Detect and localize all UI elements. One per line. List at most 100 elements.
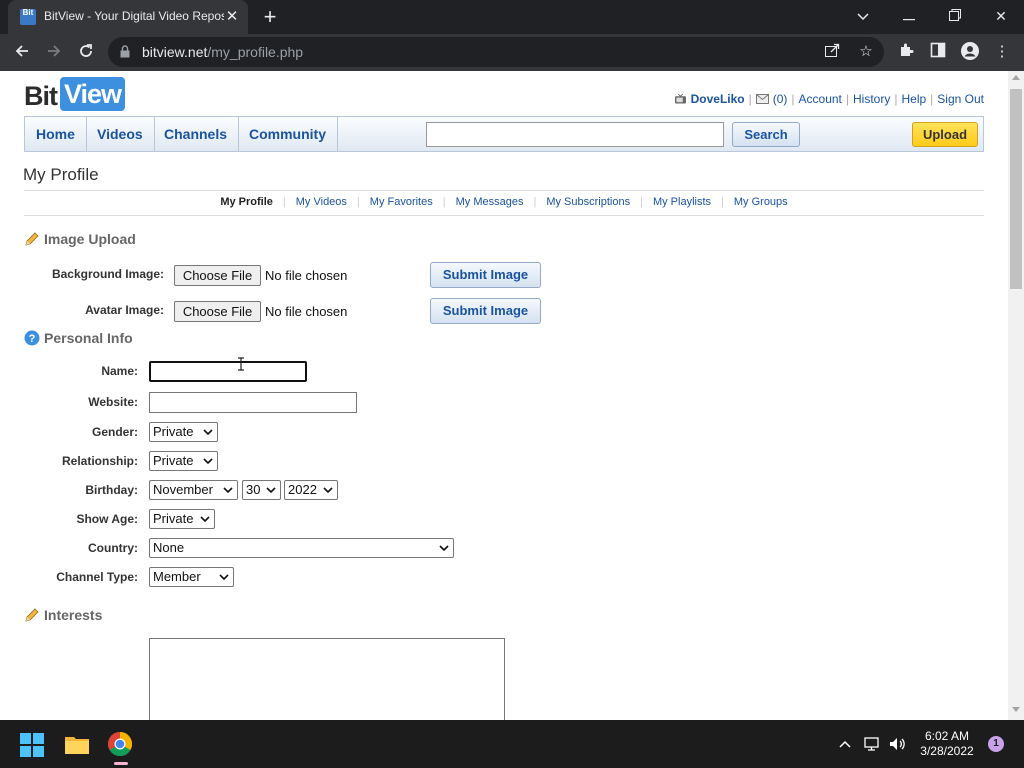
scrollbar-thumb[interactable]: [1010, 89, 1022, 289]
show-age-value: Private: [153, 511, 194, 526]
birthday-month-value: November: [153, 482, 213, 497]
forward-icon[interactable]: [41, 40, 67, 66]
windows-start-icon[interactable]: [20, 733, 44, 757]
background-submit-button[interactable]: Submit Image: [430, 262, 541, 288]
reload-icon[interactable]: [73, 40, 99, 66]
relationship-select-value: Private: [153, 453, 194, 468]
chevron-down-icon: [203, 429, 213, 436]
image-upload-heading: Image Upload: [24, 231, 136, 247]
network-icon[interactable]: [864, 736, 882, 752]
chrome-taskbar-icon[interactable]: [108, 732, 132, 756]
divider: [24, 190, 984, 191]
username-link[interactable]: DoveLiko: [691, 92, 745, 106]
relationship-label: Relationship:: [61, 454, 138, 468]
interests-heading-text: Interests: [44, 607, 103, 623]
sign-out-link[interactable]: Sign Out: [937, 92, 984, 106]
history-link[interactable]: History: [853, 92, 890, 106]
birthday-day-select[interactable]: 30: [242, 480, 281, 500]
notification-badge[interactable]: 1: [988, 736, 1004, 752]
share-icon[interactable]: [822, 42, 842, 62]
subnav-my-subscriptions[interactable]: My Subscriptions: [536, 196, 640, 208]
nav-videos[interactable]: Videos: [86, 117, 155, 151]
page-title: My Profile: [23, 165, 99, 184]
lock-icon[interactable]: [120, 45, 130, 58]
scroll-down-icon[interactable]: [1012, 707, 1020, 712]
channel-type-value: Member: [153, 569, 201, 584]
clock-time: 6:02 AM: [924, 729, 970, 743]
subnav-my-groups[interactable]: My Groups: [724, 196, 798, 208]
show-hidden-icons-chevron-icon[interactable]: [836, 736, 854, 752]
avatar-choose-file-button[interactable]: Choose File: [174, 301, 261, 322]
chevron-down-icon: [203, 458, 213, 465]
subnav-my-favorites[interactable]: My Favorites: [360, 196, 443, 208]
name-input[interactable]: [149, 361, 307, 382]
site-search-button[interactable]: Search: [732, 122, 800, 147]
subnav-my-messages[interactable]: My Messages: [446, 196, 534, 208]
file-explorer-icon[interactable]: [64, 732, 90, 756]
subnav-my-playlists[interactable]: My Playlists: [643, 196, 721, 208]
browser-titlebar: Bit BitView - Your Digital Video Reposit…: [0, 0, 1024, 34]
window-close-icon[interactable]: ✕: [986, 4, 1016, 28]
website-input[interactable]: [149, 392, 357, 413]
text-cursor-icon: [238, 357, 244, 371]
name-label: Name:: [101, 364, 138, 378]
page-scrollbar[interactable]: [1008, 71, 1024, 720]
birthday-month-select[interactable]: November: [149, 480, 238, 500]
personal-info-heading-text: Personal Info: [44, 330, 133, 346]
chevron-down-icon: [266, 487, 276, 494]
nav-channels[interactable]: Channels: [153, 117, 240, 151]
avatar-image-label: Avatar Image:: [85, 303, 164, 317]
personal-info-heading: ? Personal Info: [24, 330, 133, 346]
logo-bit-text: Bit: [24, 81, 58, 111]
back-icon[interactable]: [9, 40, 35, 66]
gender-select[interactable]: Private: [149, 422, 218, 442]
pencil-icon: [25, 232, 39, 246]
birthday-year-value: 2022: [288, 482, 317, 497]
gender-label: Gender:: [91, 425, 138, 439]
tab-search-chevron-icon[interactable]: [848, 4, 878, 28]
profile-icon[interactable]: [960, 42, 980, 62]
site-search-input[interactable]: [426, 122, 724, 147]
minimize-icon[interactable]: [894, 4, 924, 28]
new-tab-icon[interactable]: +: [258, 4, 282, 30]
message-count-link[interactable]: (0): [773, 92, 788, 106]
address-bar[interactable]: bitview.net/my_profile.php ☆: [108, 37, 884, 67]
side-panel-icon[interactable]: [928, 42, 948, 62]
taskbar-clock[interactable]: 6:02 AM 3/28/2022: [916, 729, 978, 759]
browser-tab[interactable]: Bit BitView - Your Digital Video Reposit…: [8, 0, 248, 34]
main-nav-bar: Home Videos Channels Community Search Up…: [24, 116, 984, 152]
profile-subnav: My Profile | My Videos | My Favorites | My Mes…: [0, 196, 1008, 208]
bitview-favicon-icon: Bit: [20, 9, 36, 25]
nav-home[interactable]: Home: [25, 117, 87, 151]
restore-icon[interactable]: [940, 4, 970, 28]
background-image-label: Background Image:: [51, 267, 164, 281]
volume-icon[interactable]: [889, 736, 907, 752]
extensions-icon[interactable]: [896, 42, 916, 62]
scroll-up-icon[interactable]: [1012, 75, 1020, 80]
account-link[interactable]: Account: [799, 92, 842, 106]
birthday-year-select[interactable]: 2022: [284, 480, 338, 500]
channel-type-select[interactable]: Member: [149, 567, 234, 587]
chevron-down-icon: [323, 487, 333, 494]
nav-community[interactable]: Community: [238, 117, 338, 151]
avatar-submit-button[interactable]: Submit Image: [430, 298, 541, 324]
mail-icon[interactable]: [755, 94, 769, 104]
relationship-select[interactable]: Private: [149, 451, 218, 471]
menu-kebab-icon[interactable]: ⋮: [992, 42, 1012, 62]
clock-date: 3/28/2022: [920, 744, 974, 758]
tv-icon: [674, 94, 686, 104]
page-viewport: Bit View DoveLiko | (0) | Account | History | He…: [0, 71, 1008, 720]
country-select[interactable]: None: [149, 538, 454, 558]
avatar-file-status: No file chosen: [265, 304, 348, 319]
background-choose-file-button[interactable]: Choose File: [174, 265, 261, 286]
upload-button[interactable]: Upload: [912, 122, 978, 147]
bookmark-star-icon[interactable]: ☆: [856, 42, 876, 62]
tab-close-icon[interactable]: ✕: [224, 7, 240, 27]
logo-view-text: View: [60, 77, 126, 111]
show-age-select[interactable]: Private: [149, 509, 215, 529]
subnav-my-videos[interactable]: My Videos: [286, 196, 357, 208]
background-file-status: No file chosen: [265, 268, 348, 283]
help-link[interactable]: Help: [901, 92, 926, 106]
subnav-my-profile[interactable]: My Profile: [210, 196, 283, 208]
interests-textarea[interactable]: [149, 638, 505, 720]
